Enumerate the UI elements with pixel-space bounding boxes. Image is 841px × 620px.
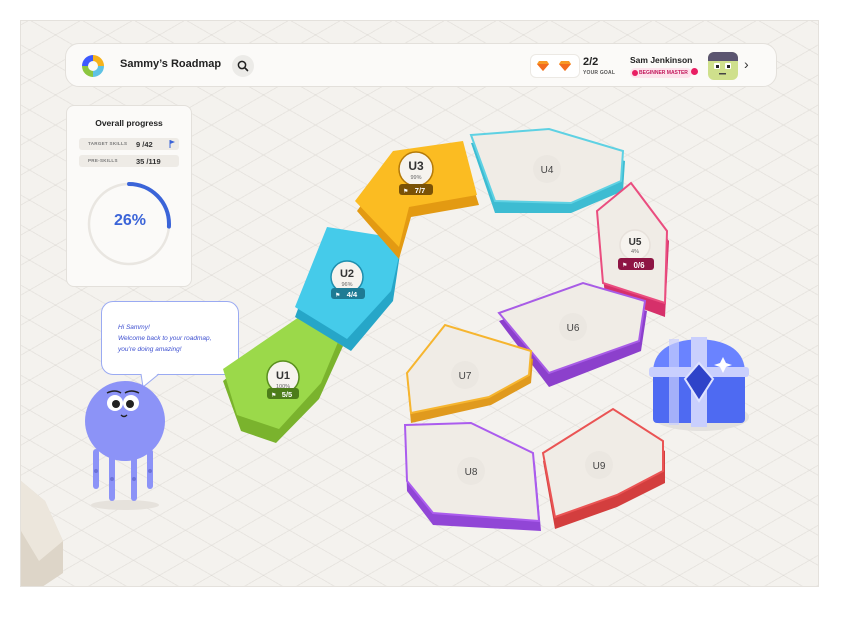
treasure-chest-icon[interactable] <box>649 337 749 431</box>
unit-code: U1 <box>276 370 290 382</box>
unit-flags: 4/4 <box>347 290 358 299</box>
unit-flags: 0/6 <box>633 261 645 270</box>
unit-flags: 7/7 <box>415 186 425 195</box>
roadmap-map: U1 100% 5/5 ⚑ U2 96% 4/4 ⚑ U3 99% 7/7 ⚑ … <box>21 127 749 586</box>
unit-code: U3 <box>408 159 424 173</box>
unit-code: U4 <box>541 165 554 176</box>
unit-badge-u9[interactable]: U9 <box>585 451 613 479</box>
unit-code: U2 <box>340 268 354 280</box>
flag-icon: ⚑ <box>403 188 408 195</box>
unit-flags: 5/5 <box>282 390 292 399</box>
unit-badge-u6[interactable]: U6 <box>559 313 587 341</box>
unit-badge-u2[interactable]: U2 96% 4/4 ⚑ <box>330 260 365 299</box>
flag-icon: ⚑ <box>335 292 340 299</box>
unit-percent: 96% <box>341 282 352 288</box>
unit-percent: 99% <box>410 175 421 181</box>
unit-percent: 4% <box>631 249 639 255</box>
unit-badge-u7[interactable]: U7 <box>451 361 479 389</box>
unit-code: U5 <box>629 237 642 248</box>
flag-icon: ⚑ <box>271 392 276 399</box>
unit-badge-u4[interactable]: U4 <box>533 155 561 183</box>
unit-code: U8 <box>465 467 478 478</box>
unit-badge-u1[interactable]: U1 100% 5/5 ⚑ <box>266 360 300 399</box>
unit-code: U7 <box>459 371 472 382</box>
unit-code: U9 <box>593 461 606 472</box>
unit-badge-u8[interactable]: U8 <box>457 457 485 485</box>
flag-icon: ⚑ <box>622 262 627 269</box>
unit-code: U6 <box>567 323 580 334</box>
app-window: Sammy’s Roadmap 2/2 YOUR GOAL Sam Jenkin… <box>20 20 819 587</box>
unit-badge-u3[interactable]: U3 99% 7/7 ⚑ <box>398 151 434 195</box>
